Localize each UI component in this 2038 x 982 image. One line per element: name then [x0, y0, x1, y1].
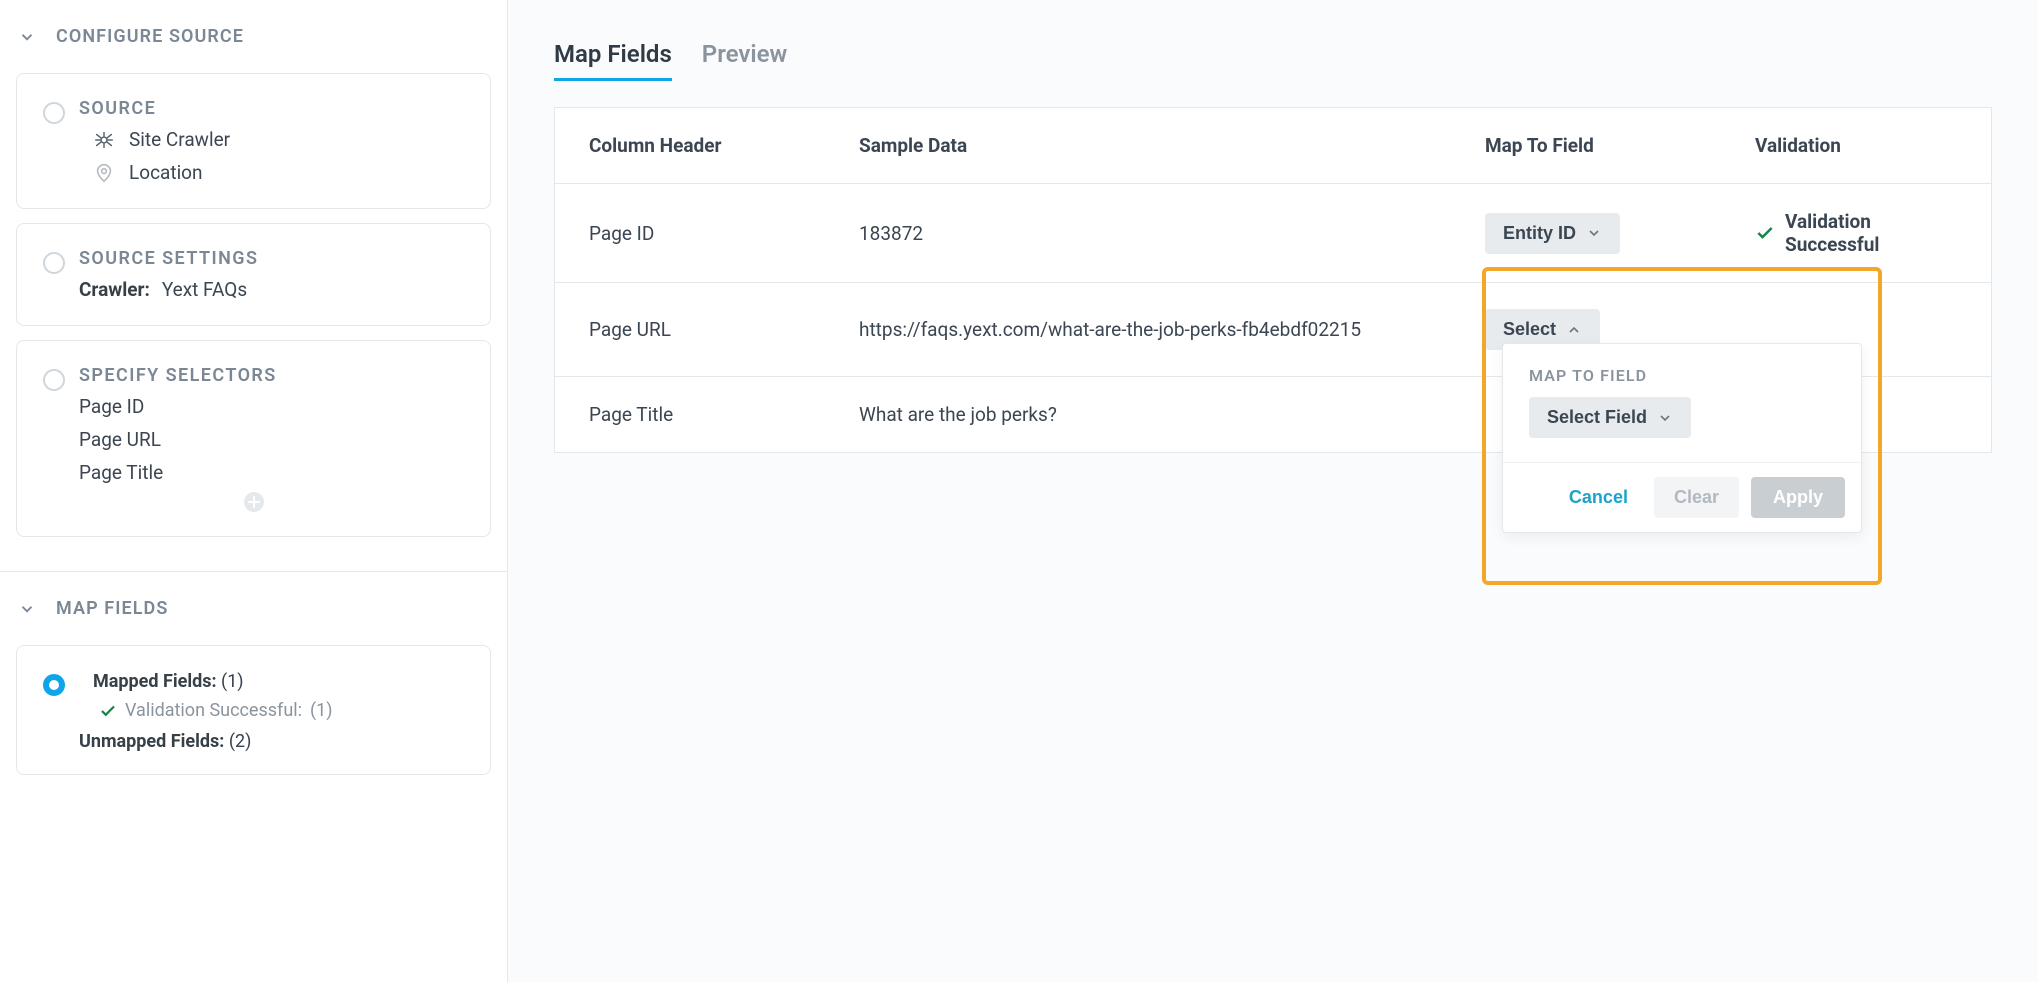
section-title: MAP FIELDS [56, 598, 168, 619]
th-map-to-field: Map To Field [1451, 108, 1721, 184]
validation-count: (1) [310, 700, 333, 721]
chevron-up-icon [1566, 322, 1582, 338]
source-crawler-label: Site Crawler [129, 128, 230, 151]
cell-column-header: Page Title [555, 377, 825, 452]
cancel-button[interactable]: Cancel [1555, 477, 1642, 518]
mapped-fields-label: Mapped Fields: [93, 671, 217, 692]
source-item-site-crawler: Site Crawler [91, 120, 464, 153]
source-settings-row: Crawler: Yext FAQs [79, 270, 464, 303]
tab-map-fields[interactable]: Map Fields [554, 40, 672, 81]
settings-field-value: Yext FAQs [162, 278, 247, 301]
select-field-dropdown[interactable]: Select Field [1529, 397, 1691, 438]
validation-text: Validation Successful [1785, 210, 1957, 256]
main-content: Map Fields Preview Column Header Sample … [508, 0, 2038, 982]
radio-icon [43, 102, 65, 124]
map-fields-body: Mapped Fields: (1) Validation Successful… [0, 645, 507, 805]
cell-sample-data: What are the job perks? [825, 377, 1451, 452]
settings-field-label: Crawler: [79, 278, 150, 301]
th-column-header: Column Header [555, 108, 825, 184]
section-toggle-map-fields[interactable]: MAP FIELDS [0, 572, 507, 645]
selector-item: Page URL [79, 420, 464, 453]
th-validation: Validation [1721, 108, 1991, 184]
selector-item: Page ID [79, 387, 464, 420]
apply-button[interactable]: Apply [1751, 477, 1845, 518]
validation-label: Validation Successful: [125, 700, 302, 721]
location-pin-icon [91, 162, 117, 184]
clear-button[interactable]: Clear [1654, 477, 1739, 518]
unmapped-fields-count: (2) [229, 731, 252, 752]
radio-active-icon [43, 674, 65, 696]
card-source-settings[interactable]: SOURCE SETTINGS Crawler: Yext FAQs [16, 223, 491, 326]
section-toggle-configure-source[interactable]: CONFIGURE SOURCE [0, 0, 507, 73]
table-row: Page ID 183872 Entity ID V [555, 184, 1991, 283]
validation-summary-row: Validation Successful: (1) [99, 700, 464, 721]
tab-preview[interactable]: Preview [702, 40, 787, 81]
chevron-down-icon [1657, 410, 1673, 426]
sidebar: CONFIGURE SOURCE SOURCE Site Cr [0, 0, 508, 982]
cell-column-header: Page URL [555, 283, 825, 377]
chevron-down-icon [18, 600, 38, 618]
popover-title: MAP TO FIELD [1529, 366, 1835, 385]
chevron-down-icon [1586, 225, 1602, 241]
add-selector-button[interactable] [43, 486, 464, 514]
cell-validation: Validation Successful [1721, 184, 1991, 283]
card-title-text: SOURCE [79, 98, 156, 119]
selector-item: Page Title [79, 453, 464, 486]
spider-icon [91, 129, 117, 151]
cell-sample-data: 183872 [825, 184, 1451, 283]
check-icon [1755, 223, 1775, 243]
card-title-text: SPECIFY SELECTORS [79, 365, 277, 386]
tabs: Map Fields Preview [554, 40, 1992, 81]
radio-icon [43, 252, 65, 274]
cell-sample-data: https://faqs.yext.com/what-are-the-job-p… [825, 283, 1451, 377]
map-field-select-button[interactable]: Entity ID [1485, 213, 1620, 254]
card-map-fields-summary[interactable]: Mapped Fields: (1) Validation Successful… [16, 645, 491, 775]
map-to-field-popover: MAP TO FIELD Select Field Cancel Clear A… [1502, 343, 1862, 533]
card-specify-selectors[interactable]: SPECIFY SELECTORS Page ID Page URL Page … [16, 340, 491, 537]
plus-circle-icon [242, 490, 266, 514]
unmapped-fields-label: Unmapped Fields: [79, 731, 224, 752]
card-title-text: SOURCE SETTINGS [79, 248, 258, 269]
check-icon [99, 702, 117, 720]
source-item-location: Location [91, 153, 464, 186]
section-title: CONFIGURE SOURCE [56, 26, 244, 47]
mapped-fields-count: (1) [221, 671, 244, 692]
source-location-label: Location [129, 161, 203, 184]
cell-column-header: Page ID [555, 184, 825, 283]
card-source[interactable]: SOURCE Site Crawler [16, 73, 491, 209]
cell-map-to-field: Entity ID [1451, 184, 1721, 283]
radio-icon [43, 369, 65, 391]
th-sample-data: Sample Data [825, 108, 1451, 184]
configure-source-body: SOURCE Site Crawler [0, 73, 507, 567]
chevron-down-icon [18, 28, 38, 46]
